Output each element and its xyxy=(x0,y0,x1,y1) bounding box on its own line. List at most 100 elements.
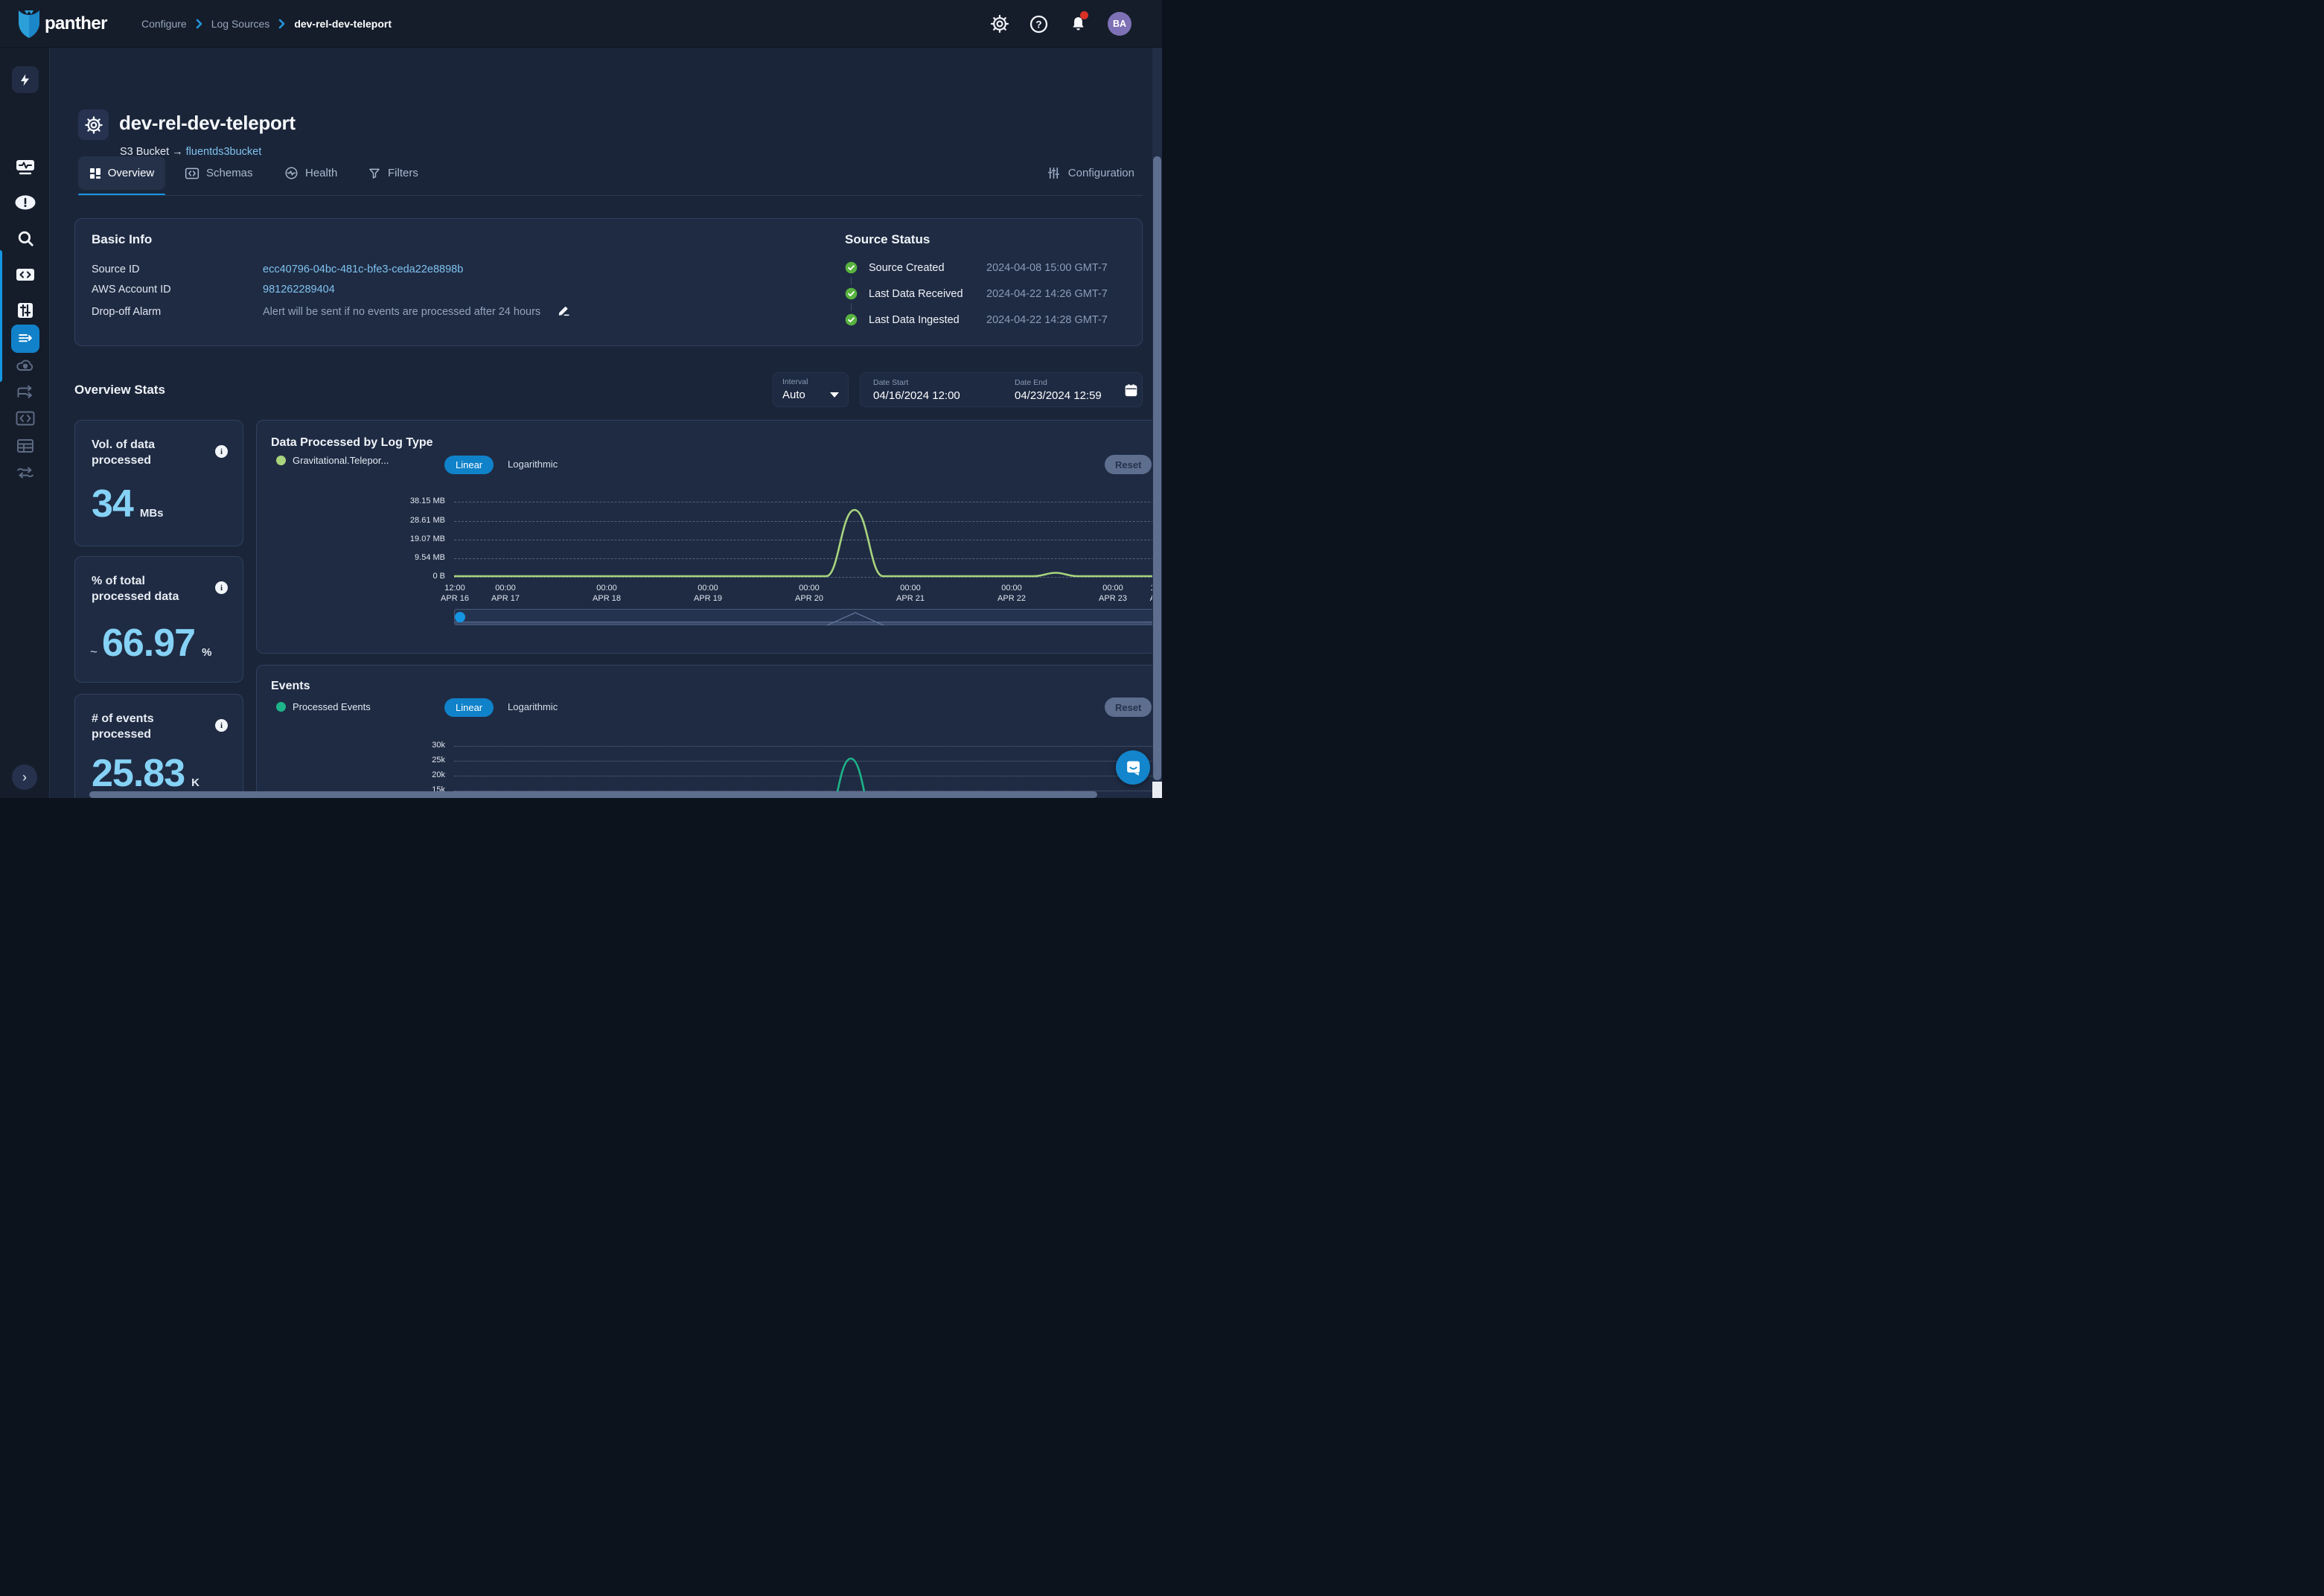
y-tick: 25k xyxy=(399,756,445,765)
legend-dot xyxy=(276,702,286,712)
chart-range-navigator[interactable] xyxy=(454,609,1162,625)
info-icon[interactable]: i xyxy=(215,719,228,732)
legend-label[interactable]: Processed Events xyxy=(293,701,371,712)
sidebar-item-cloud-security[interactable] xyxy=(0,357,50,374)
sidebar-item-log-sources[interactable] xyxy=(0,325,50,353)
sidebar-item-detections[interactable] xyxy=(0,301,50,320)
info-icon[interactable]: i xyxy=(215,581,228,594)
reset-zoom-button[interactable]: Reset xyxy=(1105,455,1152,474)
x-tick: 00:00APR 23 xyxy=(1099,584,1127,604)
reset-zoom-button[interactable]: Reset xyxy=(1105,698,1152,717)
sidebar-item-schemas[interactable] xyxy=(0,410,50,427)
source-type-icon xyxy=(78,109,109,140)
status-check-icon xyxy=(845,287,858,300)
overview-stats-title: Overview Stats xyxy=(74,383,165,398)
basic-info-card: Basic Info Source ID ecc40796-04bc-481c-… xyxy=(74,218,1143,346)
tab-filters[interactable]: Filters xyxy=(368,156,418,190)
linear-scale-button[interactable]: Linear xyxy=(444,698,494,717)
interval-value: Auto xyxy=(782,389,805,401)
field-label: AWS Account ID xyxy=(92,284,171,296)
arrow-right-icon: → xyxy=(172,146,183,158)
y-tick: 9.54 MB xyxy=(399,553,445,562)
sidebar-item-alerts[interactable] xyxy=(0,194,50,211)
x-tick: 00:00APR 18 xyxy=(593,584,621,604)
status-label: Last Data Ingested xyxy=(869,314,960,326)
tab-health[interactable]: Health xyxy=(284,156,337,190)
y-tick: 20k xyxy=(399,770,445,779)
date-start-value: 04/16/2024 12:00 xyxy=(873,389,1015,402)
settings-icon[interactable] xyxy=(985,9,1015,39)
dashboard-grid-icon xyxy=(89,167,101,179)
sidebar-item-data-routing[interactable] xyxy=(0,383,50,401)
avatar[interactable]: BA xyxy=(1108,12,1131,36)
sidebar-item-tables[interactable] xyxy=(0,438,50,454)
health-pulse-icon xyxy=(284,166,299,180)
breadcrumb: Configure Log Sources dev-rel-dev-telepo… xyxy=(141,0,392,48)
help-icon[interactable]: ? xyxy=(1024,9,1053,39)
status-check-icon xyxy=(845,313,858,326)
source-id-value[interactable]: ecc40796-04bc-481c-bfe3-ceda22e8898b xyxy=(263,264,463,275)
stat-unit: K xyxy=(191,776,199,789)
horizontal-scrollbar-thumb[interactable] xyxy=(89,791,1097,798)
sidebar-item-query-builder[interactable] xyxy=(0,266,50,284)
aws-account-id-value[interactable]: 981262289404 xyxy=(263,284,335,296)
status-value: 2024-04-08 15:00 GMT-7 xyxy=(986,262,1108,274)
sidebar-item-data-transfer[interactable] xyxy=(0,465,50,481)
processed-events-line-series[interactable] xyxy=(454,741,1162,798)
breadcrumb-log-sources[interactable]: Log Sources xyxy=(211,18,270,30)
sidebar-item-quick-actions[interactable] xyxy=(0,66,50,93)
tab-schemas[interactable]: Schemas xyxy=(185,156,253,190)
lightning-icon xyxy=(12,66,39,93)
page-title: dev-rel-dev-teleport xyxy=(119,112,296,135)
logarithmic-scale-button[interactable]: Logarithmic xyxy=(503,458,562,470)
vertical-scrollbar-thumb[interactable] xyxy=(1153,156,1161,780)
status-connector xyxy=(851,303,852,311)
configuration-button[interactable]: Configuration xyxy=(1047,156,1134,190)
notification-badge xyxy=(1080,11,1088,19)
sidebar-item-monitoring[interactable] xyxy=(0,157,50,176)
field-label: Drop-off Alarm xyxy=(92,306,161,318)
scrollbar-corner xyxy=(1152,782,1162,798)
date-end-field[interactable]: Date End 04/23/2024 12:59 xyxy=(1015,378,1115,402)
calendar-icon[interactable] xyxy=(1124,383,1138,398)
linear-scale-button[interactable]: Linear xyxy=(444,456,494,474)
panther-logo[interactable]: panther xyxy=(16,0,107,48)
data-processed-line-series[interactable] xyxy=(454,488,1162,581)
edit-pencil-icon[interactable] xyxy=(558,304,570,316)
configuration-sliders-icon xyxy=(1047,166,1061,180)
notifications-icon[interactable] xyxy=(1063,9,1093,39)
log-sources-icon xyxy=(11,325,39,353)
chevron-right-icon xyxy=(278,19,285,29)
breadcrumb-configure[interactable]: Configure xyxy=(141,18,187,30)
date-start-field[interactable]: Date Start 04/16/2024 12:00 xyxy=(873,378,1015,402)
interval-select[interactable]: Interval Auto xyxy=(773,372,849,407)
info-icon[interactable]: i xyxy=(215,445,228,458)
x-tick: 00:00APR 17 xyxy=(491,584,520,604)
status-connector xyxy=(851,277,852,285)
x-tick: 00:00APR 21 xyxy=(896,584,925,604)
code-icon xyxy=(15,266,36,284)
chat-widget-button[interactable] xyxy=(1116,750,1150,785)
status-value: 2024-04-22 14:26 GMT-7 xyxy=(986,288,1108,300)
stat-card-title: Vol. of data processed xyxy=(92,437,203,468)
stat-value: 25.83 xyxy=(92,754,185,793)
stat-card-title: % of total processed data xyxy=(92,573,203,604)
logarithmic-scale-button[interactable]: Logarithmic xyxy=(503,700,562,713)
top-bar: panther Configure Log Sources dev-rel-de… xyxy=(0,0,1162,48)
navigator-left-handle[interactable] xyxy=(455,612,465,622)
sidebar-item-search[interactable] xyxy=(0,229,50,248)
panther-logo-icon xyxy=(16,9,42,39)
y-tick: 28.61 MB xyxy=(399,516,445,525)
chevron-right-icon: › xyxy=(22,770,27,784)
schema-code-icon xyxy=(185,167,199,180)
tab-overview[interactable]: Overview xyxy=(78,156,165,190)
basic-info-title: Basic Info xyxy=(92,232,152,247)
stat-card-volume: Vol. of data processed i 34 MBs xyxy=(74,420,243,546)
legend-label[interactable]: Gravitational.Telepor... xyxy=(293,455,389,466)
tables-icon xyxy=(16,438,35,454)
sidebar-collapse-button[interactable]: › xyxy=(12,765,37,790)
data-routing-icon xyxy=(16,383,35,401)
x-tick: 00:00APR 22 xyxy=(997,584,1026,604)
date-range-picker[interactable]: Date Start 04/16/2024 12:00 Date End 04/… xyxy=(860,372,1143,407)
tabs-divider xyxy=(78,195,1143,196)
